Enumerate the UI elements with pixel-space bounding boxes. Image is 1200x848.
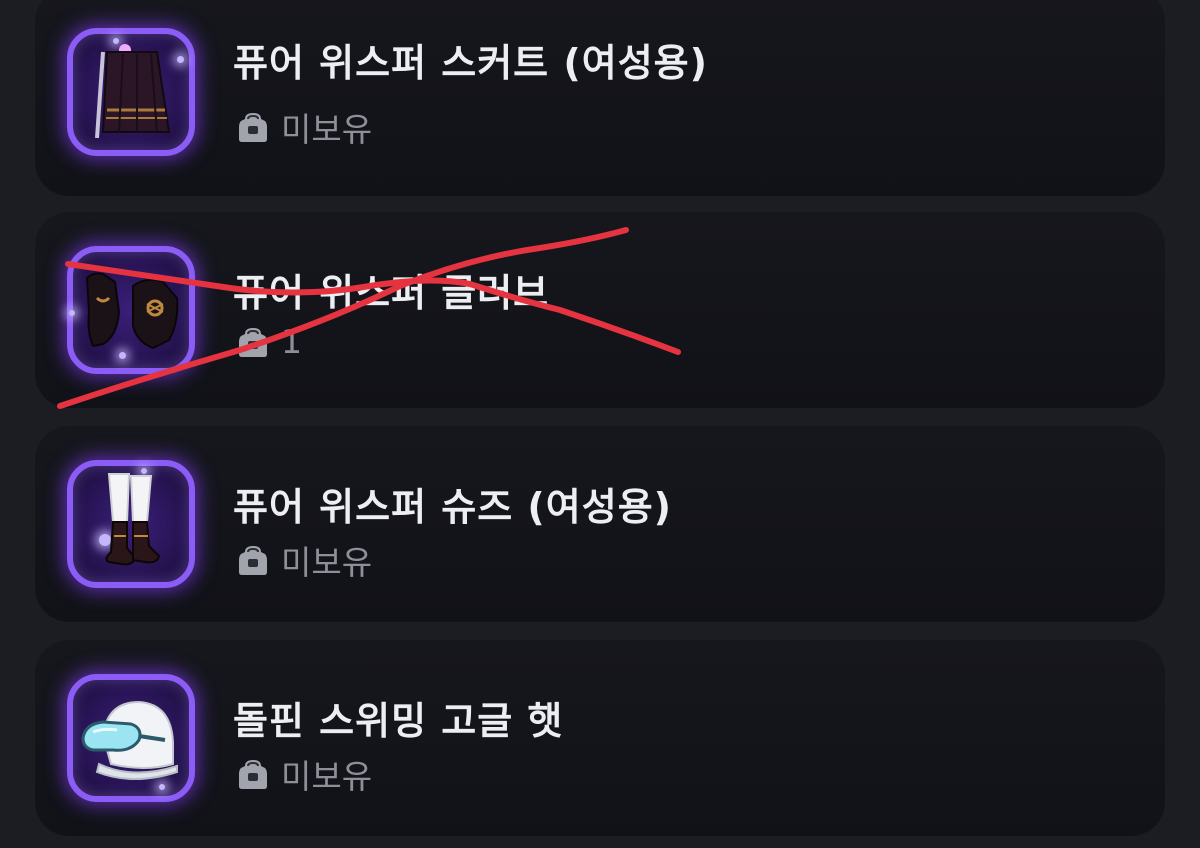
item-status: 미보유 [235, 750, 372, 798]
item-status-text: 미보유 [281, 543, 373, 582]
item-status-text: 미보유 [281, 757, 373, 796]
item-name: 퓨어 위스퍼 스커트 (여성용) [233, 41, 708, 85]
backpack-icon [235, 324, 271, 360]
skirt-icon [95, 44, 171, 139]
item-status: 1 [235, 322, 302, 361]
item-thumbnail [67, 674, 195, 802]
item-thumbnail [67, 460, 195, 588]
item-status: 미보유 [235, 536, 372, 584]
item-thumbnail [67, 28, 195, 156]
list-item[interactable]: 퓨어 위스퍼 슈즈 (여성용) 미보유 [35, 426, 1165, 622]
list-item[interactable]: 퓨어 위스퍼 글러브 1 [35, 212, 1165, 408]
item-name: 돌핀 스위밍 고글 햇 [233, 699, 564, 743]
backpack-icon [235, 109, 271, 145]
gloves-icon [85, 272, 179, 350]
item-status: 미보유 [235, 103, 372, 151]
shoes-icon [105, 473, 161, 566]
item-list: 퓨어 위스퍼 스커트 (여성용) 미보유 퓨어 위스퍼 글러브 1 퓨어 위스퍼… [0, 0, 1200, 848]
item-name: 퓨어 위스퍼 슈즈 (여성용) [233, 485, 673, 529]
list-item[interactable]: 돌핀 스위밍 고글 햇 미보유 [35, 640, 1165, 836]
goggle-hat-icon [81, 700, 178, 780]
backpack-icon [235, 756, 271, 792]
item-status-text: 1 [281, 322, 302, 361]
item-name: 퓨어 위스퍼 글러브 [233, 271, 550, 315]
backpack-icon [235, 542, 271, 578]
list-item[interactable]: 퓨어 위스퍼 스커트 (여성용) 미보유 [35, 0, 1165, 196]
item-thumbnail [67, 246, 195, 374]
item-status-text: 미보유 [281, 110, 373, 149]
